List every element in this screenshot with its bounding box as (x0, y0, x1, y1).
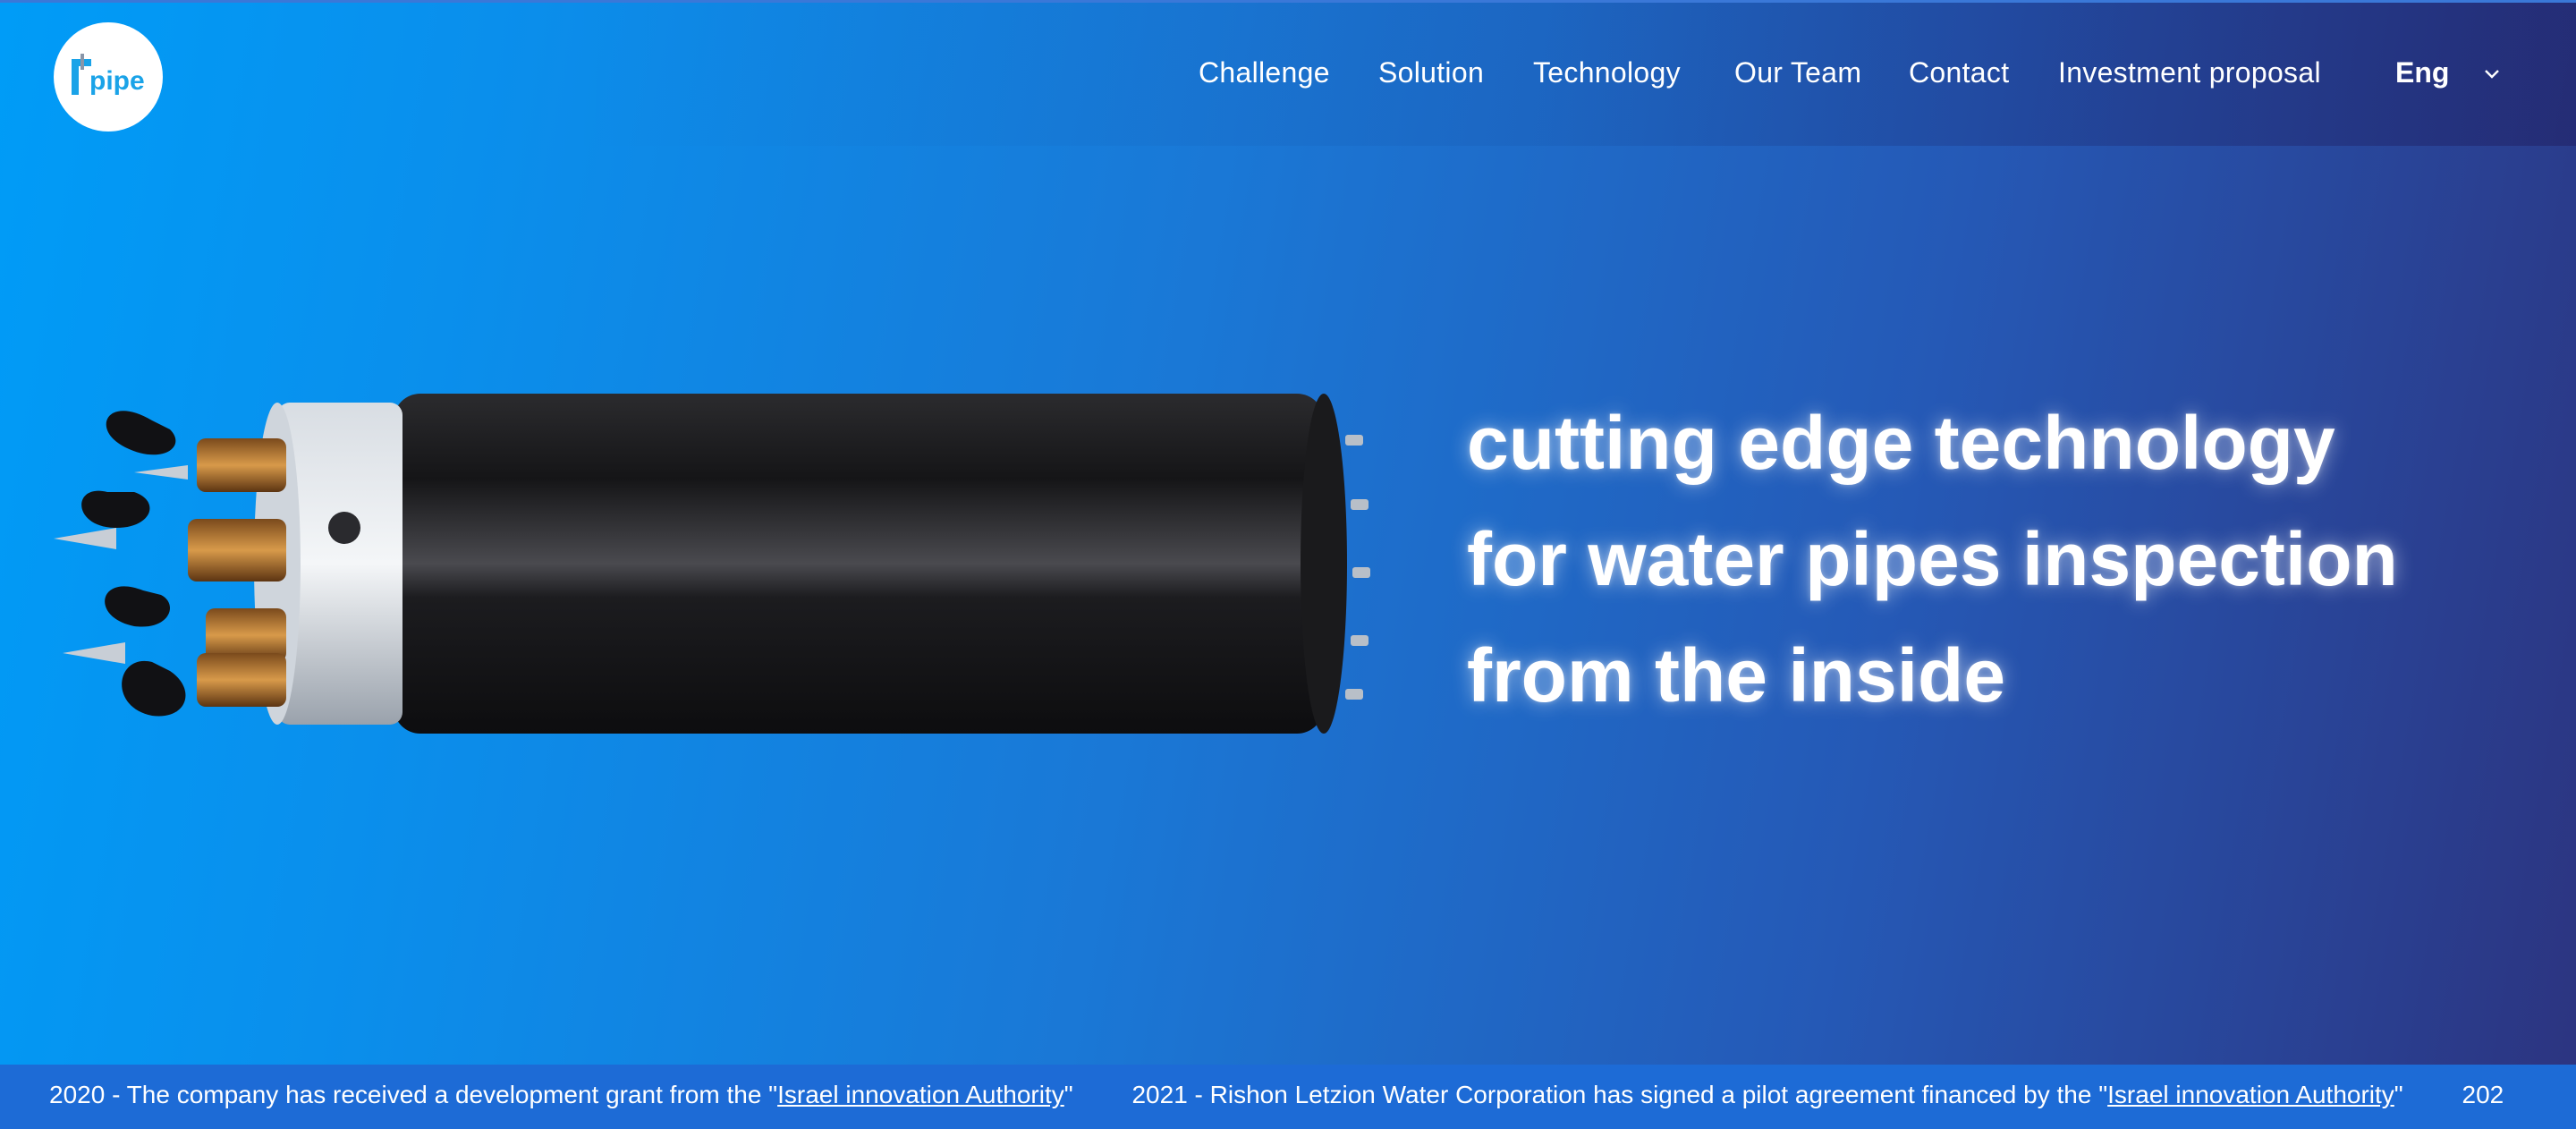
news-ticker: 2020 - The company has received a develo… (0, 1065, 2576, 1129)
language-label: Eng (2395, 56, 2450, 89)
nav-challenge[interactable]: Challenge (1199, 56, 1330, 89)
nav-solution[interactable]: Solution (1378, 56, 1484, 89)
ticker-suffix: " (1063, 1081, 1073, 1108)
pipe-inspection-robot-image (54, 394, 1370, 734)
nav-investment-proposal[interactable]: Investment proposal (2058, 56, 2321, 89)
ticker-suffix: " (2394, 1081, 2403, 1108)
ticker-item: 2021 - Rishon Letzion Water Corporation … (1131, 1081, 2402, 1109)
nav-our-team[interactable]: Our Team (1734, 56, 1861, 89)
hero-line-3: from the inside (1467, 633, 2006, 717)
nav-technology[interactable]: Technology (1533, 56, 1681, 89)
ticker-item: 2020 - The company has received a develo… (49, 1081, 1073, 1109)
logo[interactable]: pipe (54, 22, 163, 132)
ticker-text: 202 (2462, 1081, 2504, 1108)
ticker-text: 2020 - The company has received a develo… (49, 1081, 778, 1108)
nav-contact[interactable]: Contact (1909, 56, 2009, 89)
hero-line-2: for water pipes inspection (1467, 517, 2398, 601)
rpipe-logo-icon: pipe (72, 54, 145, 96)
hero-headline: cutting edge technology for water pipes … (1467, 385, 2522, 734)
ticker-item: 202 (2462, 1081, 2504, 1109)
ticker-text: 2021 - Rishon Letzion Water Corporation … (1131, 1081, 2108, 1108)
site-header: pipe Challenge Solution Technology Our T… (0, 3, 2576, 146)
hero-line-1: cutting edge technology (1467, 401, 2335, 485)
ticker-link[interactable]: Israel innovation Authority (777, 1081, 1064, 1108)
svg-text:pipe: pipe (89, 66, 145, 96)
ticker-link[interactable]: Israel innovation Authority (2107, 1081, 2394, 1108)
chevron-down-icon (2485, 70, 2499, 79)
ticker-track: 2020 - The company has received a develo… (49, 1081, 2555, 1109)
language-selector[interactable]: Eng (2395, 56, 2499, 89)
